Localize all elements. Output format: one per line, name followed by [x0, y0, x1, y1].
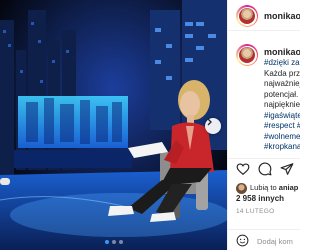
caption-line-hashtag[interactable]: #respect #	[264, 121, 300, 132]
caption-line: najważniej	[264, 79, 300, 88]
author-username[interactable]: monikaole	[264, 11, 300, 21]
liker-avatar[interactable]	[236, 183, 247, 194]
likes-summary: Lubią to aniap 2 958 innych	[236, 182, 300, 204]
carousel-next-button[interactable]	[205, 118, 221, 134]
author-avatar[interactable]	[236, 5, 258, 27]
carousel-indicator	[0, 240, 227, 244]
post-side-panel: monikaole monikaole #dzięki za Każda prz…	[227, 0, 300, 250]
caption-author-username[interactable]: monikaole	[264, 47, 300, 57]
smiley-icon[interactable]	[236, 234, 249, 247]
avatar-image	[239, 8, 255, 24]
caption-line: najpięknie	[264, 100, 300, 109]
post-date[interactable]: 14 LUTEGO	[236, 208, 274, 215]
post-photo[interactable]	[0, 0, 227, 250]
liked-by-line: Lubią to aniap	[250, 183, 298, 192]
comment-icon[interactable]	[258, 162, 272, 176]
caption-line: Każda prze	[264, 68, 300, 78]
heart-icon[interactable]	[236, 162, 250, 176]
liked-by-prefix: Lubią to	[250, 183, 277, 192]
liked-by-user[interactable]: aniap	[279, 183, 299, 192]
caption-line-hashtag[interactable]: #igaświąte	[264, 111, 300, 122]
caption-line: potencjał.	[264, 89, 299, 99]
tv-studio-photo	[0, 0, 227, 250]
carousel-dot	[111, 240, 116, 244]
post-caption: #dzięki za Każda prze najważniej potencj…	[264, 58, 300, 153]
comment-bar	[228, 229, 300, 250]
post-header: monikaole	[228, 0, 300, 31]
likes-count[interactable]: 2 958 innych	[236, 194, 284, 203]
caption-line-hashtag[interactable]: #dzięki za	[264, 58, 300, 69]
avatar-image	[239, 47, 255, 63]
carousel-dot	[104, 240, 109, 244]
carousel-dot	[118, 240, 123, 244]
comment-input[interactable]	[257, 235, 300, 247]
post-actions	[228, 158, 300, 176]
caption-line-hashtag[interactable]: #kropkana	[264, 142, 300, 153]
paper-plane-icon[interactable]	[280, 162, 294, 176]
chevron-right-icon	[207, 118, 212, 126]
caption-author-avatar[interactable]	[236, 44, 258, 66]
caption-line-hashtag[interactable]: #wolneme	[264, 132, 300, 143]
